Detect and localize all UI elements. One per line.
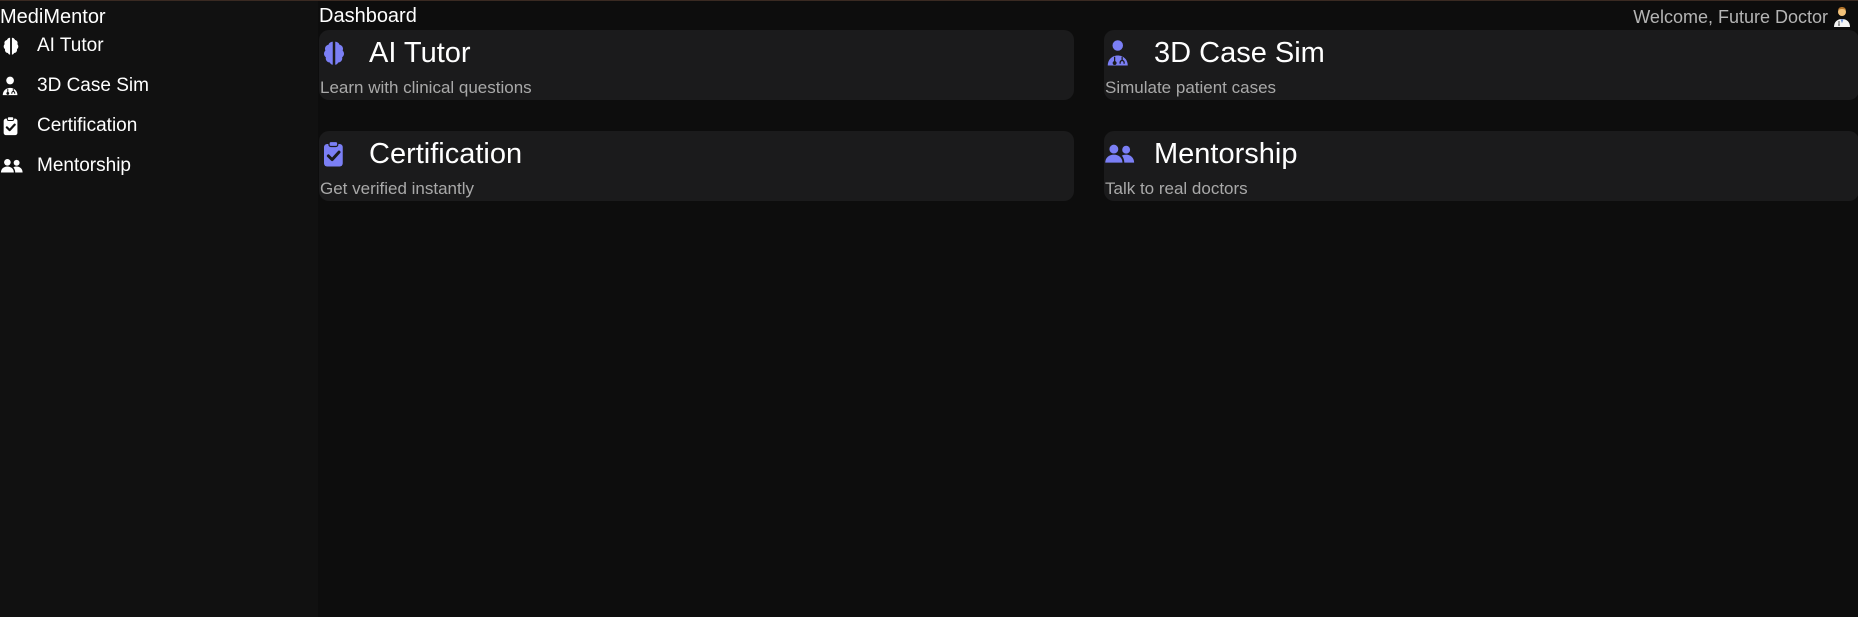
main-content: Dashboard Welcome, Future Doctor AI Tuto… <box>318 1 1858 617</box>
card-description: Simulate patient cases <box>1105 78 1277 97</box>
user-group-icon <box>1104 139 1135 169</box>
sidebar-item-certification[interactable]: Certification <box>0 111 137 141</box>
sidebar: MediMentor AI Tutor 3D Case Sim Certific… <box>0 1 318 617</box>
user-doctor-icon <box>0 74 24 98</box>
feature-card-3d-case-sim[interactable]: 3D Case Sim Simulate patient cases <box>1104 30 1858 100</box>
brain-icon <box>319 38 349 68</box>
card-description: Learn with clinical questions <box>320 78 532 97</box>
card-title: Certification <box>369 138 523 170</box>
sidebar-item-label: Mentorship <box>37 155 131 176</box>
app-window: MediMentor AI Tutor 3D Case Sim Certific… <box>0 0 1858 617</box>
brain-icon <box>0 34 24 58</box>
clipboard-check-icon <box>0 114 24 138</box>
user-group-icon <box>0 154 24 178</box>
feature-card-mentorship[interactable]: Mentorship Talk to real doctors <box>1104 131 1858 201</box>
sidebar-item-mentorship[interactable]: Mentorship <box>0 151 131 181</box>
welcome-text: Welcome, Future Doctor <box>1633 7 1828 27</box>
card-title: AI Tutor <box>369 37 471 69</box>
doctor-emoji-icon[interactable] <box>1832 6 1852 28</box>
sidebar-item-label: 3D Case Sim <box>37 75 149 96</box>
card-description: Talk to real doctors <box>1105 179 1248 198</box>
feature-card-ai-tutor[interactable]: AI Tutor Learn with clinical questions <box>319 30 1074 100</box>
sidebar-item-3d-case-sim[interactable]: 3D Case Sim <box>0 71 149 101</box>
card-title: Mentorship <box>1154 138 1298 170</box>
card-title: 3D Case Sim <box>1154 37 1325 69</box>
page-title: Dashboard <box>319 5 417 27</box>
sidebar-item-label: Certification <box>37 115 138 136</box>
sidebar-item-ai-tutor[interactable]: AI Tutor <box>0 31 104 61</box>
card-description: Get verified instantly <box>320 179 475 198</box>
brand-logo-text[interactable]: MediMentor <box>0 5 106 29</box>
sidebar-item-label: AI Tutor <box>37 35 104 56</box>
clipboard-check-icon <box>319 139 349 169</box>
user-doctor-icon <box>1104 38 1134 68</box>
feature-card-certification[interactable]: Certification Get verified instantly <box>319 131 1074 201</box>
